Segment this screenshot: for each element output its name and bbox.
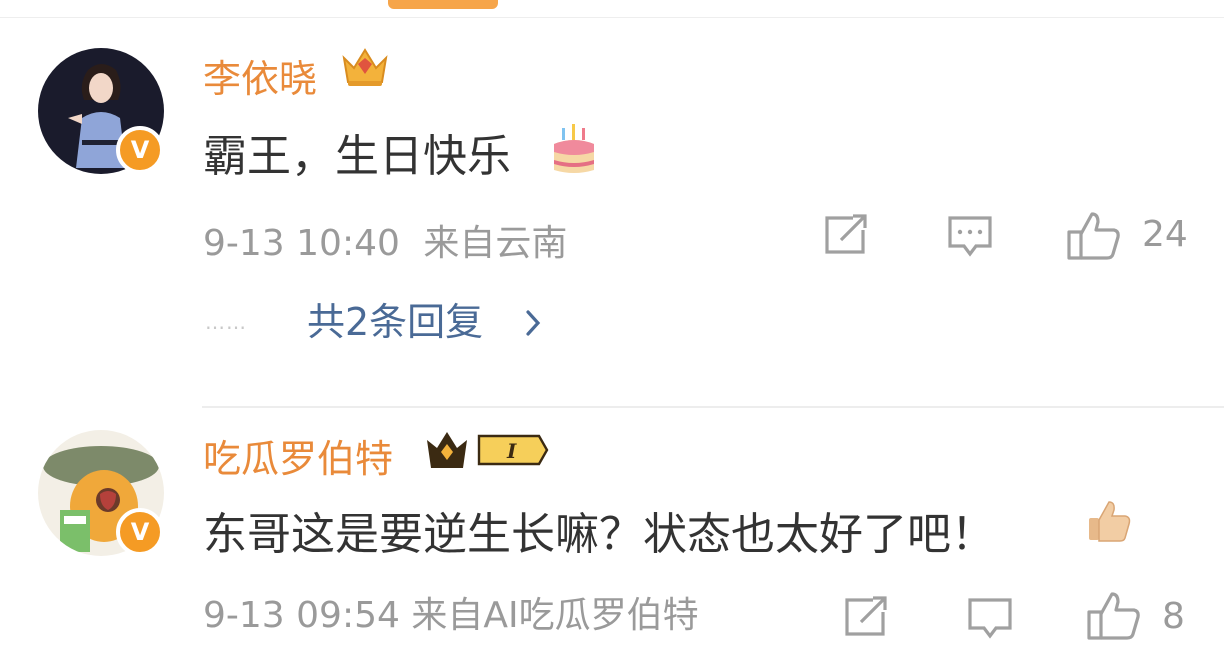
comment-text: 东哥这是要逆生长嘛？状态也太好了吧！ <box>203 509 995 560</box>
comment-text: 霸王，生日快乐 <box>203 131 511 182</box>
comment-time: 9-13 10:40 <box>203 223 400 264</box>
thumbs-up-emoji <box>1085 496 1133 548</box>
comment-icon[interactable] <box>966 596 1014 644</box>
comment-meta: 9-13 10:40 来自云南 <box>203 214 567 266</box>
like-count: 8 <box>1162 596 1185 637</box>
level-text: I <box>506 439 517 463</box>
username[interactable]: 吃瓜罗伯特 <box>203 428 393 483</box>
share-icon[interactable] <box>823 214 869 260</box>
verified-badge-icon: V <box>116 508 164 556</box>
replies-dots: …… <box>205 310 247 334</box>
comment-meta: 9-13 09:54 来自AI吃瓜罗伯特 <box>203 595 699 636</box>
username[interactable]: 李依晓 <box>203 48 317 103</box>
chevron-right-icon <box>523 309 543 341</box>
crown-member-badge-icon[interactable] <box>340 44 390 94</box>
cake-emoji <box>550 122 598 182</box>
view-replies-link[interactable]: 共2条回复 <box>307 300 483 344</box>
verified-badge-icon: V <box>116 126 164 174</box>
share-icon[interactable] <box>843 596 889 642</box>
like-icon[interactable] <box>1066 210 1122 266</box>
like-count: 24 <box>1142 214 1188 255</box>
comment-item: V 吃瓜罗伯特 I 东哥这是要逆生长嘛？状态也太好了吧！ 9-13 09:54 … <box>0 390 1224 640</box>
comment-location: 来自云南 <box>423 223 568 264</box>
comment-item: V 李依晓 霸王，生日快乐 9-13 10:40 来自云南 24 …… 共2条回… <box>0 18 1224 408</box>
comment-icon[interactable] <box>946 214 994 262</box>
active-tab-indicator <box>388 0 498 9</box>
like-icon[interactable] <box>1086 590 1142 646</box>
crown-level-badge-icon[interactable]: I <box>425 428 551 478</box>
